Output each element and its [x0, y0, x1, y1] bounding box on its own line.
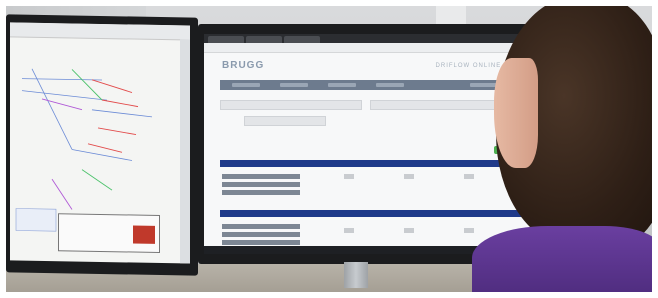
photo: BRUGG DRIFLOW ONLINE TOOL: [6, 6, 652, 292]
table-cell: [464, 228, 474, 233]
nav-item: [328, 83, 356, 87]
site-field: [220, 100, 362, 110]
right-monitor: BRUGG DRIFLOW ONLINE TOOL: [198, 24, 546, 264]
left-monitor: [6, 14, 198, 276]
browser-tab: [246, 36, 282, 43]
cad-toolbar: [10, 22, 190, 41]
table-cell: [464, 174, 474, 179]
table-cell: [344, 228, 354, 233]
site-nav: [220, 80, 524, 90]
address-bar: [204, 43, 540, 53]
browser-tab: [208, 36, 244, 43]
company-logo: [133, 225, 155, 244]
right-screen: BRUGG DRIFLOW ONLINE TOOL: [204, 34, 540, 254]
nav-item: [280, 83, 308, 87]
table-cell: [404, 174, 414, 179]
browser-tab-bar: [204, 34, 540, 43]
site-field: [244, 116, 326, 126]
table-cell: [404, 228, 414, 233]
table-row: [222, 182, 300, 187]
section-bar: [220, 210, 524, 217]
table-row: [222, 224, 300, 229]
nav-item: [232, 83, 260, 87]
table-row: [222, 174, 300, 179]
person-shirt: [472, 226, 652, 292]
cad-title-block: [58, 213, 160, 254]
nav-item: [470, 83, 498, 87]
table-row: [222, 232, 300, 237]
browser-tab: [284, 36, 320, 43]
cad-drawing: [15, 68, 153, 232]
person-face: [494, 58, 538, 168]
nav-item: [376, 83, 404, 87]
table-row: [222, 240, 300, 245]
site-logo: BRUGG: [222, 60, 265, 71]
table-cell: [344, 174, 354, 179]
monitor-stand: [344, 262, 368, 288]
section-bar: [220, 160, 524, 167]
left-screen: [10, 22, 190, 264]
table-row: [222, 190, 300, 195]
